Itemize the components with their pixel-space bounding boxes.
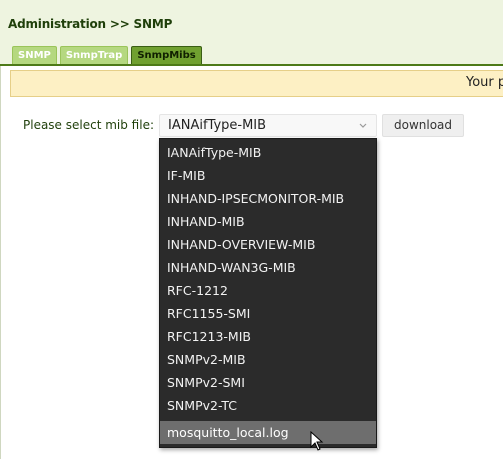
dropdown-option[interactable]: INHAND-IPSECMONITOR-MIB: [160, 187, 376, 210]
dropdown-option[interactable]: IF-MIB: [160, 164, 376, 187]
dropdown-option[interactable]: RFC1155-SMI: [160, 302, 376, 325]
notice-text: Your p: [466, 75, 503, 90]
select-value: IANAifType-MIB: [168, 118, 267, 133]
dropdown-option[interactable]: IANAifType-MIB: [160, 141, 376, 164]
dropdown-option-highlighted[interactable]: mosquitto_local.log: [160, 421, 376, 444]
download-button[interactable]: download: [382, 114, 464, 137]
mib-file-label: Please select mib file:: [23, 118, 154, 132]
dropdown-option[interactable]: INHAND-OVERVIEW-MIB: [160, 233, 376, 256]
mouse-pointer-icon: [310, 431, 324, 451]
mib-file-select[interactable]: IANAifType-MIB: [159, 114, 377, 137]
mib-file-dropdown: IANAifType-MIB IF-MIB INHAND-IPSECMONITO…: [159, 138, 377, 448]
breadcrumb: Administration >> SNMP: [8, 17, 173, 31]
dropdown-option[interactable]: SNMPv2-SMI: [160, 371, 376, 394]
dropdown-option[interactable]: RFC1213-MIB: [160, 325, 376, 348]
dropdown-option[interactable]: SNMPv2-TC: [160, 394, 376, 417]
dropdown-option[interactable]: INHAND-WAN3G-MIB: [160, 256, 376, 279]
chevron-down-icon: [359, 123, 367, 128]
notice-banner: [10, 70, 503, 97]
dropdown-option[interactable]: SNMPv2-MIB: [160, 348, 376, 371]
dropdown-option[interactable]: RFC-1212: [160, 279, 376, 302]
tab-bar: SNMP SnmpTrap SnmpMibs: [12, 46, 202, 65]
tab-snmpmibs[interactable]: SnmpMibs: [131, 46, 202, 65]
tab-snmptrap[interactable]: SnmpTrap: [59, 46, 129, 65]
tab-snmp[interactable]: SNMP: [12, 46, 57, 65]
dropdown-option[interactable]: INHAND-MIB: [160, 210, 376, 233]
